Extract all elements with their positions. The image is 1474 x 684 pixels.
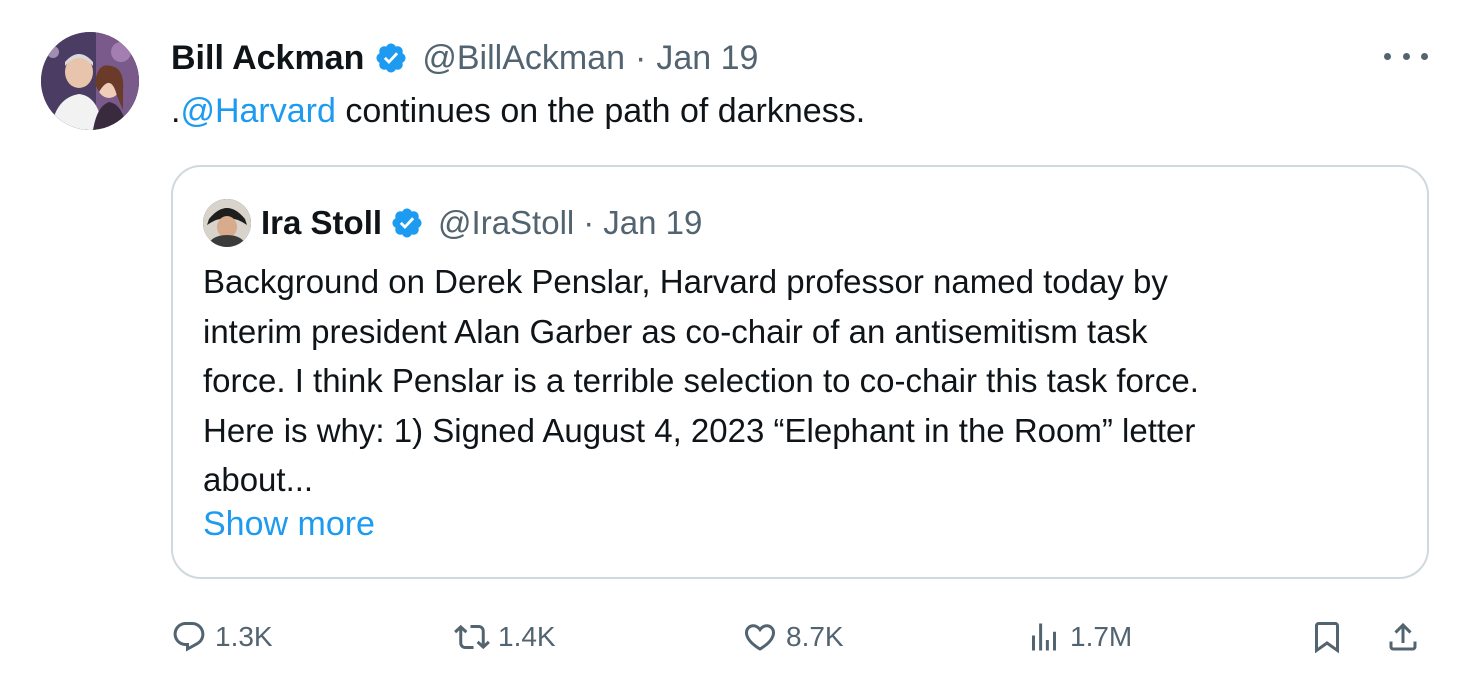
verified-badge-icon[interactable] (390, 206, 424, 240)
quoted-author-avatar[interactable] (203, 199, 251, 247)
quoted-tweet-text: Background on Derek Penslar, Harvard pro… (203, 257, 1383, 505)
quoted-text-line: Here is why: 1) Signed August 4, 2023 “E… (203, 411, 1196, 449)
show-more-link[interactable]: Show more (203, 505, 375, 544)
bookmark-icon (1315, 622, 1339, 654)
mention-link[interactable]: @Harvard (180, 92, 335, 130)
quoted-tweet-date[interactable]: Jan 19 (603, 204, 702, 242)
tweet[interactable]: Bill Ackman @BillAckman · Jan 19 .@Harva… (0, 0, 1474, 684)
like-button[interactable]: 8.7K (742, 612, 844, 662)
tweet-text: .@Harvard continues on the path of darkn… (171, 88, 865, 134)
tweet-text-body: continues on the path of darkness. (335, 92, 866, 130)
quoted-tweet[interactable]: Ira Stoll @IraStoll · Jan 19 Background … (171, 165, 1429, 579)
separator-dot: · (635, 38, 647, 77)
views-button[interactable]: 1.7M (1026, 612, 1132, 662)
tweet-header: Bill Ackman @BillAckman · Jan 19 (171, 36, 758, 80)
views-icon (1032, 623, 1056, 651)
share-button[interactable] (1385, 612, 1421, 662)
repost-icon (454, 624, 490, 650)
heart-icon (744, 624, 776, 651)
action-bar: 1.3K 1.4K 8.7K 1.7M (171, 612, 1431, 662)
reply-button[interactable]: 1.3K (171, 612, 273, 662)
share-icon (1389, 622, 1417, 651)
reply-count: 1.3K (215, 621, 273, 652)
quoted-text-line: force. I think Penslar is a terrible sel… (203, 362, 1199, 399)
quoted-text-line: about... (203, 461, 314, 498)
quoted-author-name[interactable]: Ira Stoll (261, 204, 382, 242)
separator-dot: · (583, 204, 595, 241)
more-icon[interactable] (1384, 38, 1428, 74)
repost-button[interactable]: 1.4K (454, 612, 556, 662)
author-avatar[interactable] (41, 32, 139, 130)
quoted-tweet-header: Ira Stoll @IraStoll · Jan 19 (261, 201, 702, 245)
views-count: 1.7M (1070, 621, 1133, 652)
like-count: 8.7K (786, 621, 844, 652)
author-name[interactable]: Bill Ackman (171, 39, 364, 78)
tweet-date[interactable]: Jan 19 (656, 39, 758, 78)
verified-badge-icon[interactable] (374, 41, 408, 75)
author-handle[interactable]: @BillAckman (422, 39, 625, 78)
repost-count: 1.4K (498, 621, 556, 652)
bookmark-button[interactable] (1309, 612, 1345, 662)
reply-icon (173, 622, 205, 652)
quoted-author-handle[interactable]: @IraStoll (438, 204, 574, 242)
quoted-text-line: interim president Alan Garber as co-chai… (203, 312, 1148, 350)
quoted-text-line: Background on Derek Penslar, Harvard pro… (203, 263, 1168, 300)
